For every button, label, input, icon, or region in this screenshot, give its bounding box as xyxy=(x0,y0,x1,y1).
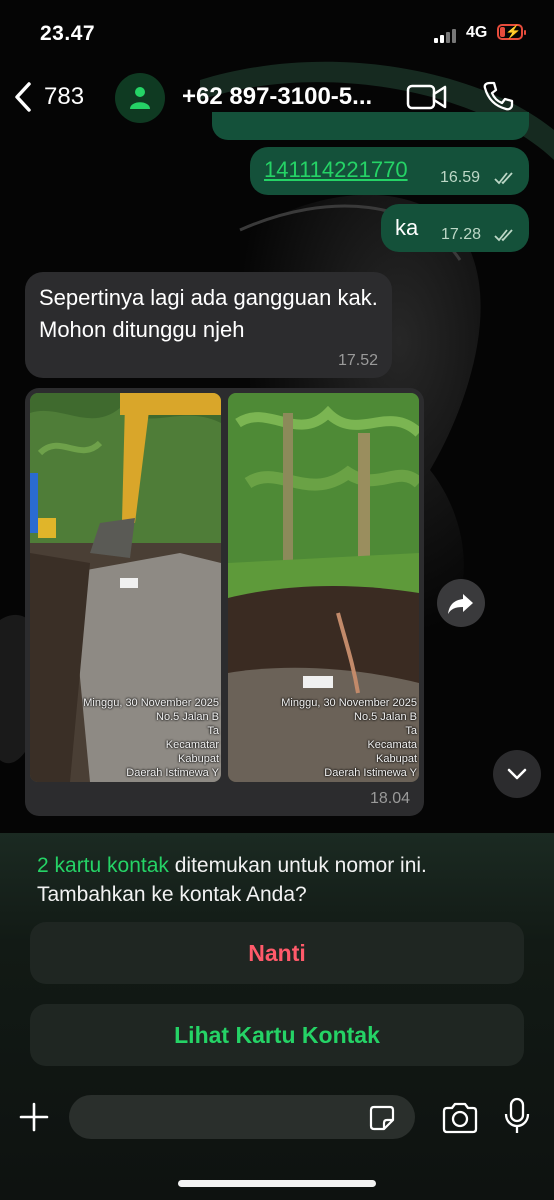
view-contact-cards-button[interactable]: Lihat Kartu Kontak xyxy=(30,1004,524,1066)
photo-timestamp: Minggu, 30 November 2025 No.5 Jalan B Ta… xyxy=(281,697,417,779)
photo-excavator[interactable]: Minggu, 30 November 2025 No.5 Jalan B Ta… xyxy=(30,393,221,782)
message-time: 17.28 xyxy=(441,226,482,243)
person-icon xyxy=(130,87,150,109)
message-bubble-outgoing[interactable]: 141114221770 16.59 xyxy=(250,147,529,195)
message-time: 16.59 xyxy=(440,169,481,186)
signal-strength-icon xyxy=(434,27,460,43)
message-text: Sepertinya lagi ada gangguan kak. Mohon … xyxy=(39,285,378,342)
back-chevron-icon[interactable] xyxy=(10,80,38,114)
plus-icon[interactable] xyxy=(18,1101,50,1133)
status-time: 23.47 xyxy=(40,22,96,45)
battery-icon: ⚡ xyxy=(497,24,526,40)
message-time: 17.52 xyxy=(337,352,378,369)
camera-icon[interactable] xyxy=(441,1102,479,1134)
scroll-to-bottom-button[interactable] xyxy=(493,750,541,798)
message-time: 18.04 xyxy=(369,790,410,807)
video-call-icon[interactable] xyxy=(406,82,448,112)
message-bubble-outgoing[interactable]: ka 17.28 xyxy=(381,204,529,252)
contact-notice: 2 kartu kontak ditemukan untuk nomor ini… xyxy=(37,851,527,909)
photo-banana-trees[interactable]: Minggu, 30 November 2025 No.5 Jalan B Ta… xyxy=(228,393,419,782)
message-bubble-partial xyxy=(212,112,529,140)
network-type: 4G xyxy=(466,24,488,41)
phone-call-icon[interactable] xyxy=(482,80,514,112)
unread-count[interactable]: 783 xyxy=(44,83,84,111)
forward-button[interactable] xyxy=(437,579,485,627)
chevron-down-icon xyxy=(507,768,527,780)
sticker-icon[interactable] xyxy=(369,1105,395,1131)
photo-timestamp: Minggu, 30 November 2025 No.5 Jalan B Ta… xyxy=(83,697,219,779)
read-ticks-icon xyxy=(494,172,513,185)
message-input[interactable] xyxy=(69,1095,415,1139)
contact-count-highlight[interactable]: 2 kartu kontak xyxy=(37,854,169,877)
photo-message-bubble[interactable]: Minggu, 30 November 2025 No.5 Jalan B Ta… xyxy=(25,388,424,816)
read-ticks-icon xyxy=(494,229,513,242)
add-contact-panel: 2 kartu kontak ditemukan untuk nomor ini… xyxy=(0,833,554,1200)
message-link[interactable]: 141114221770 xyxy=(264,157,408,183)
home-indicator xyxy=(178,1180,376,1187)
forward-arrow-icon xyxy=(448,594,473,614)
message-text: ka xyxy=(395,215,419,240)
contact-name[interactable]: +62 897-3100-5... xyxy=(182,83,392,111)
microphone-icon[interactable] xyxy=(504,1097,530,1135)
status-bar: 23.47 4G ⚡ xyxy=(0,0,554,66)
message-bubble-incoming[interactable]: Sepertinya lagi ada gangguan kak. Mohon … xyxy=(25,272,392,378)
later-button[interactable]: Nanti xyxy=(30,922,524,984)
avatar[interactable] xyxy=(115,73,165,123)
